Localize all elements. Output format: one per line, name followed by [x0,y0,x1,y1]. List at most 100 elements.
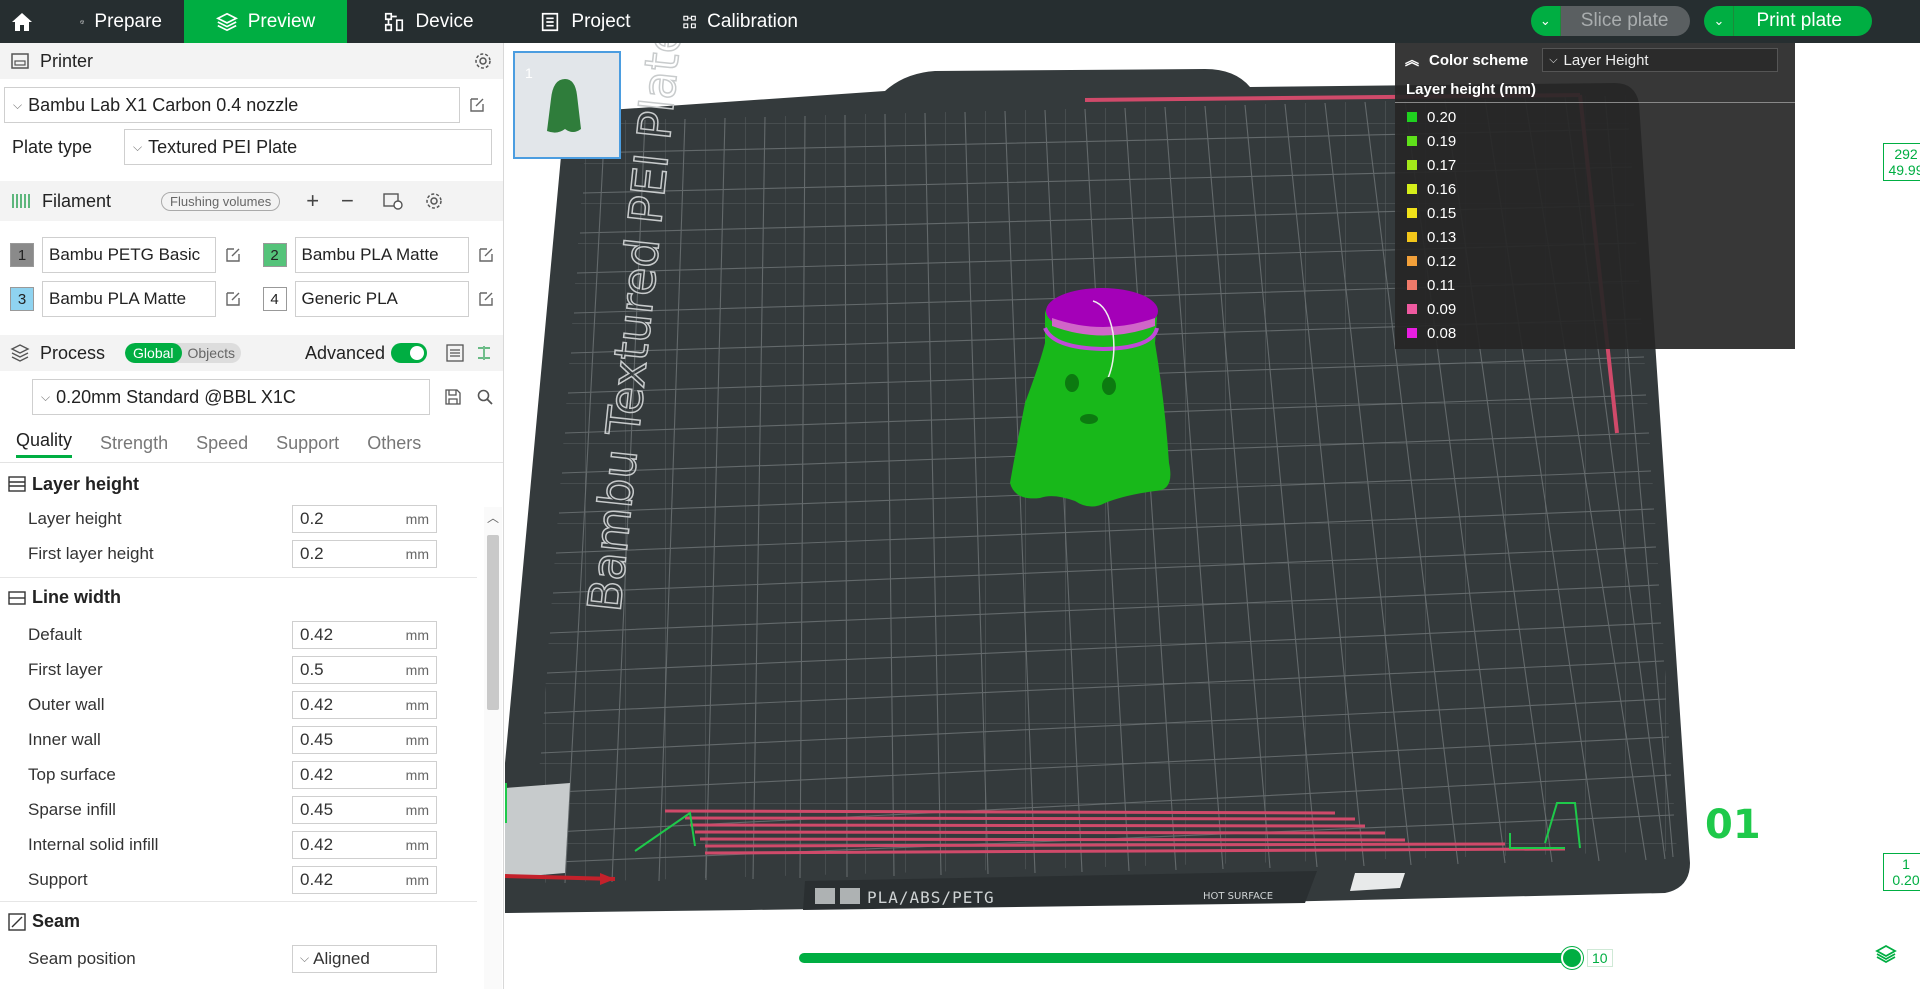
legend-item: 0.11 [1395,273,1795,297]
edit-icon[interactable] [224,246,242,264]
global-option[interactable]: Global [125,343,182,363]
option-value-field[interactable]: 0.42 mm [292,830,437,859]
move-slider-track[interactable] [799,953,1577,963]
filament-name[interactable]: Bambu PLA Matte [294,237,469,273]
filament-name[interactable]: Generic PLA [294,281,469,317]
legend-value: 0.12 [1427,252,1457,270]
layers-icon[interactable] [1875,943,1897,965]
slice-plate-button[interactable]: ⌄ Slice plate [1530,6,1691,36]
filament-slot-1[interactable]: 1 Bambu PETG Basic [10,237,251,273]
tab-calibration[interactable]: Calibration [660,0,820,43]
collapse-icon[interactable]: ︽ [1405,50,1419,70]
filament-icon [12,194,30,208]
option-value-field[interactable]: 0.2 mm [292,539,437,568]
option-value-field[interactable]: 0.42 mm [292,760,437,789]
compare-icon[interactable] [475,344,493,362]
option-value-field[interactable]: 0.42 mm [292,690,437,719]
ghost-thumbnail-icon [547,79,581,133]
list-icon[interactable] [445,343,465,363]
move-slider-handle[interactable] [1561,947,1583,969]
option-value-field[interactable]: 0.5 mm [292,655,437,684]
filament-slot-3[interactable]: 3 Bambu PLA Matte [10,281,251,317]
printer-section-title: Printer [40,50,94,71]
scrollbar-thumb[interactable] [487,535,499,710]
option-value-field[interactable]: 0.45 mm [292,795,437,824]
sync-filament-icon[interactable] [382,191,404,211]
tab-device[interactable]: Device [347,0,510,43]
edit-icon[interactable] [477,290,495,308]
legend-item: 0.08 [1395,321,1795,345]
layer-slider[interactable]: 292 49.99 + 1 0.20 [1883,143,1920,943]
global-objects-toggle[interactable]: Global Objects [125,343,241,363]
plate-type-select[interactable]: ⌵ Textured PEI Plate [124,129,492,165]
flushing-volumes-button[interactable]: Flushing volumes [161,191,281,211]
remove-filament-icon[interactable]: − [341,188,354,214]
process-preset-select[interactable]: ⌵ 0.20mm Standard @BBL X1C [32,379,430,415]
tab-strength[interactable]: Strength [100,433,168,454]
gear-icon[interactable] [473,51,493,71]
option-unit: mm [405,731,429,748]
filament-slot-4[interactable]: 4 Generic PLA [262,281,504,317]
legend-value: 0.13 [1427,228,1457,246]
option-value-field[interactable]: 0.45 mm [292,725,437,754]
tab-support[interactable]: Support [276,433,339,454]
color-scheme-select[interactable]: ⌵ Layer Height [1542,48,1779,72]
tab-quality[interactable]: Quality [16,430,73,458]
tab-prepare[interactable]: Prepare [58,0,184,43]
tab-project[interactable]: Project [510,0,660,43]
home-button[interactable] [0,0,44,43]
chevron-down-icon: ⌵ [300,951,310,965]
add-filament-icon[interactable]: + [306,188,319,214]
legend-item: 0.12 [1395,249,1795,273]
tab-others[interactable]: Others [367,433,421,454]
legend-subtitle: Layer height (mm) [1395,77,1795,103]
option-value: 0.45 [300,799,334,819]
group-seam: Seam [0,901,477,941]
process-tabs: Quality Strength Speed Support Others [0,425,503,463]
edit-icon[interactable] [224,290,242,308]
printer-select[interactable]: ⌵ Bambu Lab X1 Carbon 0.4 nozzle [4,87,460,123]
qr-icon [815,888,835,904]
legend-value: 0.08 [1427,324,1457,342]
chevron-down-icon[interactable]: ⌄ [1704,6,1735,36]
legend-value: 0.09 [1427,300,1457,318]
legend-swatch [1407,328,1417,338]
save-icon[interactable] [444,388,462,406]
legend-value: 0.17 [1427,156,1457,174]
tab-speed[interactable]: Speed [196,433,248,454]
objects-option[interactable]: Objects [182,343,241,363]
option-value-field[interactable]: 0.2 mm [292,504,437,533]
filament-slot-2[interactable]: 2 Bambu PLA Matte [262,237,504,273]
plate-type-value: Textured PEI Plate [148,136,298,157]
option-unit: mm [405,871,429,888]
edit-icon[interactable] [477,246,495,264]
bed-material-text: PLA/ABS/PETG [867,888,995,907]
legend-swatch [1407,184,1417,194]
plate-thumbnail[interactable]: 1 [513,51,621,159]
option-internal-solid-infill-line-width: Internal solid infill 0.42 mm [0,827,503,862]
seam-position-select[interactable]: ⌵ Aligned [292,944,437,973]
gear-icon[interactable] [424,191,444,211]
move-slider[interactable]: 10 [795,943,1615,973]
search-icon[interactable] [476,388,494,406]
chevron-down-icon[interactable]: ⌄ [1530,6,1561,36]
option-value-field[interactable]: 0.42 mm [292,865,437,894]
3d-viewport[interactable]: PLA/ABS/PETG HOT SURFACE 01 Bambu Textur… [505,43,1920,989]
process-options: Layer height Layer height 0.2 mm First la… [0,467,503,976]
chevron-up-icon[interactable]: ︿ [487,509,499,526]
process-section-header: Process Global Objects Advanced [0,335,503,371]
print-plate-button[interactable]: ⌄ Print plate [1704,6,1872,36]
filament-section-header: Filament Flushing volumes + − [0,181,503,221]
option-layer-height: Layer height 0.2 mm [0,501,503,536]
advanced-toggle[interactable] [391,343,427,363]
filament-name[interactable]: Bambu PLA Matte [42,281,216,317]
tab-label: Prepare [94,10,162,32]
edit-icon[interactable] [468,96,486,114]
option-label: Seam position [28,948,136,968]
option-value-field[interactable]: 0.42 mm [292,620,437,649]
options-scrollbar[interactable]: ︿ ﹀ [484,507,502,989]
filament-name[interactable]: Bambu PETG Basic [42,237,216,273]
tab-preview[interactable]: Preview [184,0,347,43]
printer-select-value: Bambu Lab X1 Carbon 0.4 nozzle [28,94,299,115]
option-unit: mm [405,626,429,643]
